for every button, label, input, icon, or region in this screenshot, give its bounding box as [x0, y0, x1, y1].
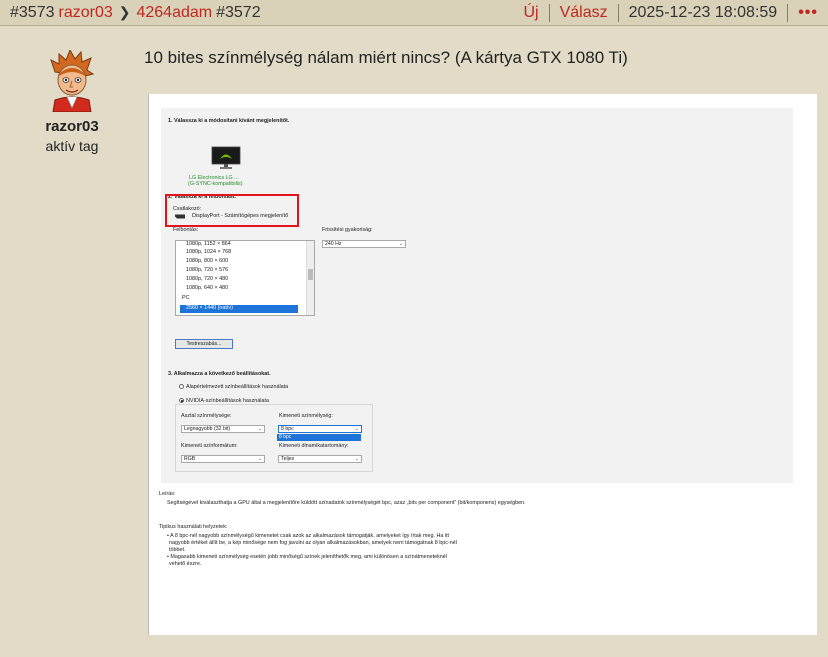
- chevron-down-icon: ⌄: [257, 456, 262, 462]
- resolution-label: Felbontás:: [173, 227, 199, 233]
- resolution-group-pc: PC: [182, 295, 190, 301]
- reply-button[interactable]: Válasz: [550, 4, 618, 22]
- resolution-list[interactable]: 1080p, 1152 × 864 1080p, 1024 × 768 1080…: [175, 240, 315, 316]
- usage-title: Tipikus használati helyzetek:: [159, 524, 228, 530]
- resolution-item[interactable]: 1080p, 1152 × 864: [186, 241, 231, 247]
- desktop-depth-label: Asztal színmélysége:: [181, 413, 232, 419]
- default-color-label: Alapértelmezett színbeállítások használa…: [186, 384, 289, 390]
- default-color-radio[interactable]: [179, 384, 184, 389]
- refresh-rate-label: Frissítési gyakoriság:: [322, 227, 373, 233]
- dynamic-range-select[interactable]: Teljes ⌄: [278, 455, 362, 463]
- attached-screenshot[interactable]: 1. Válassza ki a módosítani kívánt megje…: [148, 94, 817, 635]
- new-button[interactable]: Új: [513, 4, 548, 22]
- usage-line: • A 8 bpc-nél nagyobb színmélységű kimen…: [167, 533, 450, 539]
- description-text: Segítségével kiválaszthatja a GPU által …: [167, 500, 526, 506]
- scrollbar-thumb[interactable]: [308, 269, 313, 280]
- usage-line: többet.: [169, 547, 186, 553]
- refresh-rate-value: 240 Hz: [325, 241, 342, 247]
- post-header-bar: #3573 razor03 ❯ 4264adam #3572 Új Válasz…: [0, 0, 828, 26]
- desktop-depth-value: Legnagyobb (32 bit): [184, 426, 231, 432]
- nvidia-color-radio[interactable]: [179, 398, 184, 403]
- refresh-rate-select[interactable]: 240 Hz ⌄: [322, 240, 406, 248]
- usage-line: vehető észre.: [169, 561, 202, 567]
- monitor-subtitle: (G-SYNC-kompatibilis): [188, 181, 243, 187]
- resolution-item[interactable]: 1080p, 720 × 480: [186, 276, 228, 282]
- reply-to-number-link[interactable]: #3572: [216, 4, 261, 22]
- post-title: 10 bites színmélység nálam miért nincs? …: [144, 48, 628, 67]
- monitor-icon: [211, 146, 241, 169]
- color-format-label: Kimeneti színformátum:: [181, 443, 238, 449]
- output-depth-select[interactable]: 8 bpc ⌄: [278, 425, 362, 433]
- author-name[interactable]: razor03: [30, 118, 114, 135]
- chevron-down-icon: ⌄: [354, 426, 359, 432]
- reply-to-user-link[interactable]: 4264adam: [136, 4, 212, 22]
- reply-arrow-icon: ❯: [118, 4, 131, 20]
- resolution-item[interactable]: 1080p, 720 × 576: [186, 267, 228, 273]
- description-title: Leírás:: [159, 491, 176, 497]
- chevron-down-icon: ⌄: [354, 456, 359, 462]
- resolution-item[interactable]: 1080p, 1024 × 768: [186, 249, 231, 255]
- post-number[interactable]: #3573: [10, 4, 55, 22]
- resolution-scrollbar[interactable]: [306, 241, 314, 315]
- desktop-depth-select[interactable]: Legnagyobb (32 bit) ⌄: [181, 425, 265, 433]
- color-format-select[interactable]: RGB ⌄: [181, 455, 265, 463]
- color-format-value: RGB: [184, 456, 196, 462]
- output-depth-value: 8 bpc: [281, 426, 294, 432]
- resolution-item[interactable]: 1080p, 640 × 480: [186, 285, 228, 291]
- author-link[interactable]: razor03: [59, 4, 113, 22]
- step1-heading: 1. Válassza ki a módosítani kívánt megje…: [168, 118, 290, 124]
- more-options-icon[interactable]: •••: [788, 4, 818, 22]
- post-actions: Új Válasz 2025-12-23 18:08:59 •••: [513, 0, 818, 25]
- output-depth-option[interactable]: 8 bpc: [277, 434, 361, 441]
- highlight-box: [165, 194, 299, 227]
- customize-button[interactable]: Testreszabás...: [175, 339, 233, 349]
- post-reference: #3573 razor03 ❯ 4264adam #3572: [10, 4, 261, 22]
- dynamic-range-value: Teljes: [281, 456, 295, 462]
- dynamic-range-label: Kimeneti dinamikatartomány:: [279, 443, 349, 449]
- post-datetime: 2025-12-23 18:08:59: [628, 3, 778, 21]
- author-panel: razor03 aktív tag: [30, 48, 114, 154]
- chevron-down-icon: ⌄: [398, 241, 403, 247]
- usage-line: nagyobb értéket állít be, a kép minősége…: [169, 540, 457, 546]
- step3-heading: 3. Alkalmazza a következő beállításokat.: [168, 371, 271, 377]
- avatar[interactable]: [45, 48, 99, 113]
- author-rank: aktív tag: [45, 138, 99, 154]
- output-depth-label: Kimeneti színmélység:: [279, 413, 333, 419]
- resolution-item-selected[interactable]: 2560 × 1440 (natív): [186, 305, 233, 311]
- usage-line: • Magasabb kimeneti színmélység esetén j…: [167, 554, 447, 560]
- resolution-item[interactable]: 1080p, 800 × 600: [186, 258, 228, 264]
- chevron-down-icon: ⌄: [257, 426, 262, 432]
